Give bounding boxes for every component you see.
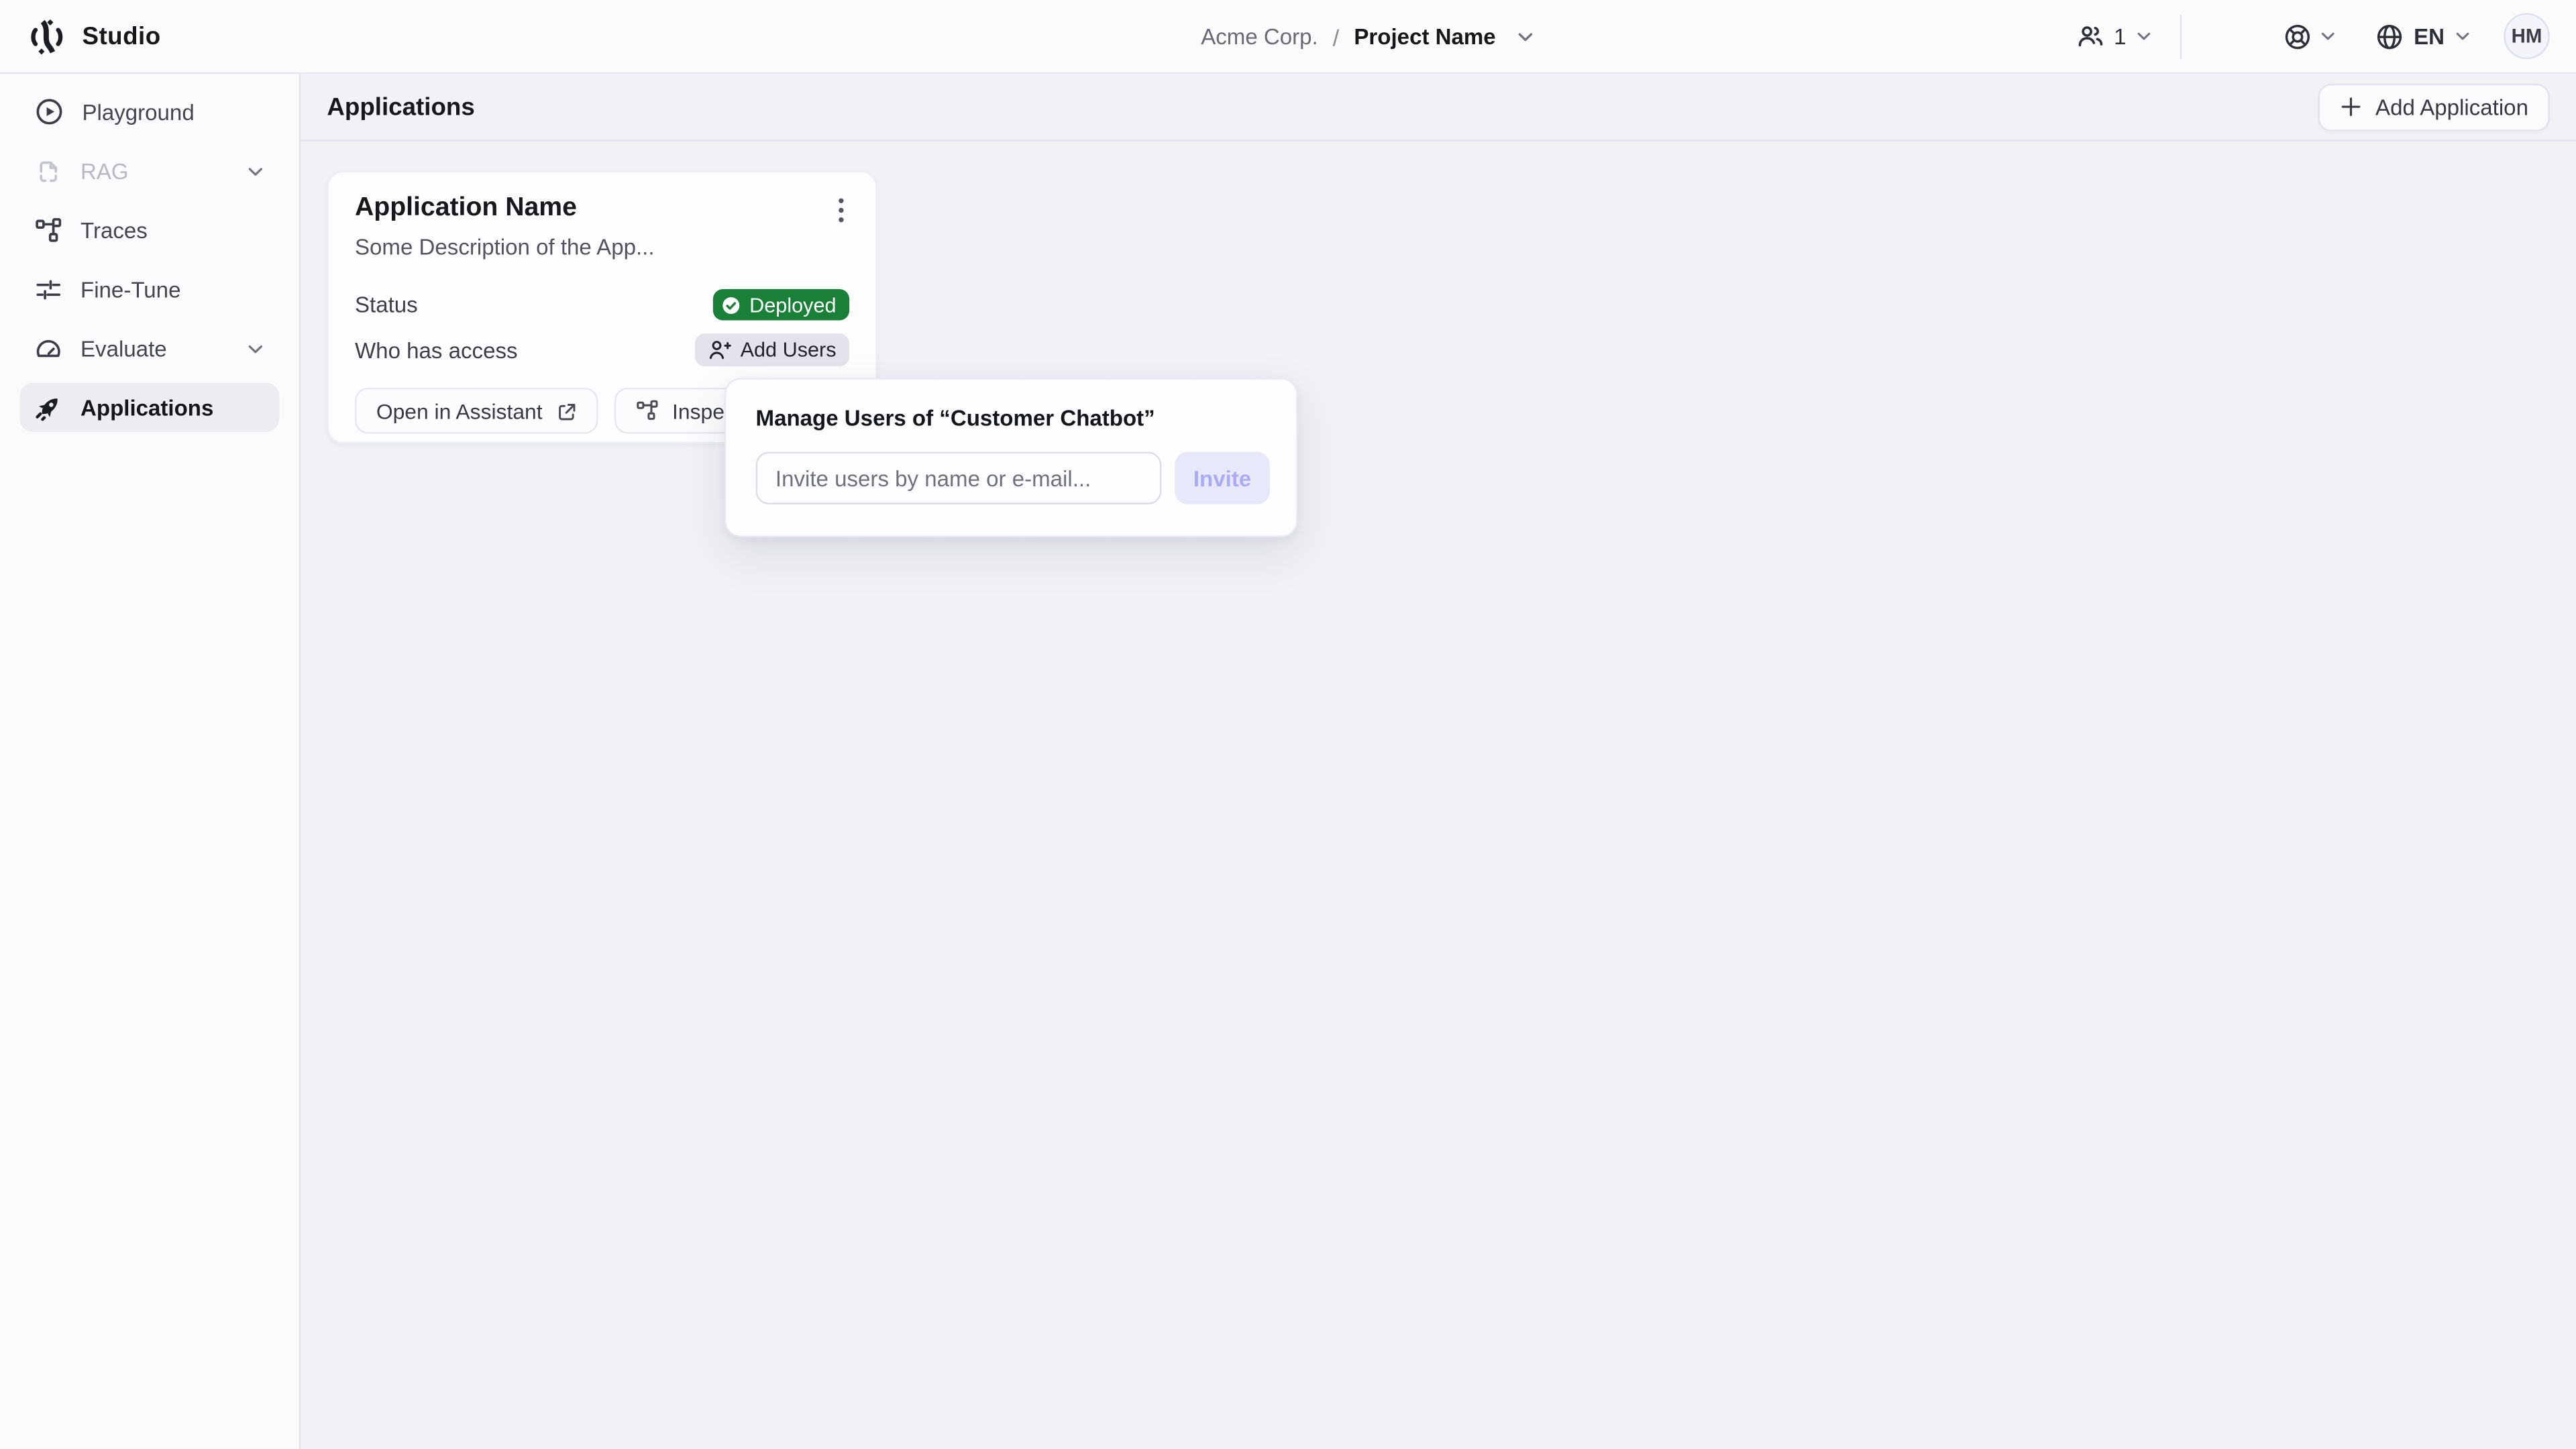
studio-app: Studio Acme Corp. / Project Name (0, 0, 2576, 1449)
sidebar-item-applications[interactable]: Applications (19, 383, 279, 432)
sidebar-item-traces[interactable]: Traces (19, 205, 279, 254)
sidebar-item-evaluate[interactable]: Evaluate (19, 323, 279, 372)
language-dropdown[interactable]: EN (2376, 22, 2471, 50)
breadcrumb-project[interactable]: Project Name (1354, 25, 1495, 50)
rocket-icon (34, 394, 62, 422)
manage-users-popover: Manage Users of “Customer Chatbot” Invit… (724, 378, 1298, 537)
brand[interactable]: Studio (26, 15, 160, 56)
sliders-icon (34, 275, 62, 303)
play-circle-icon (34, 97, 64, 126)
add-users-button[interactable]: Add Users (694, 333, 849, 366)
users-icon (2076, 22, 2104, 50)
main-content: Applications Add Application Application… (301, 74, 2576, 1449)
status-badge: Deployed (713, 289, 849, 321)
add-application-button[interactable]: Add Application (2318, 83, 2549, 131)
sidebar-item-label: Fine-Tune (80, 277, 180, 302)
evaluate-chevron-down-icon (246, 339, 264, 358)
sidebar-item-label: Traces (80, 217, 148, 242)
sidebar-item-playground[interactable]: Playground (19, 87, 279, 136)
status-label: Status (355, 292, 418, 317)
plus-icon (2339, 95, 2362, 118)
sidebar: Playground RAG (0, 74, 301, 1449)
status-badge-label: Deployed (749, 293, 836, 316)
kebab-menu-icon[interactable] (833, 194, 849, 227)
avatar[interactable]: HM (2504, 13, 2550, 60)
access-label: Who has access (355, 337, 518, 362)
language-chevron-down-icon (2455, 28, 2471, 44)
members-chevron-down-icon (2136, 28, 2152, 44)
breadcrumb-org[interactable]: Acme Corp. (1201, 25, 1318, 50)
application-description: Some Description of the App... (355, 235, 849, 260)
rag-chevron-down-icon (246, 162, 264, 180)
popover-title: Manage Users of “Customer Chatbot” (756, 406, 1271, 431)
page-title: Applications (327, 93, 474, 121)
header-right: 1 (2076, 13, 2550, 60)
invite-users-input[interactable] (756, 451, 1162, 504)
sidebar-item-rag[interactable]: RAG (19, 146, 279, 195)
project-chevron-down-icon[interactable] (1517, 28, 1536, 46)
avatar-initials: HM (2512, 25, 2542, 48)
sidebar-item-label: Evaluate (80, 336, 167, 361)
open-in-assistant-label: Open in Assistant (376, 398, 543, 423)
add-application-label: Add Application (2375, 95, 2528, 119)
traces-icon (636, 399, 659, 422)
invite-button[interactable]: Invite (1175, 451, 1270, 504)
document-split-icon (34, 157, 62, 185)
header-divider (2180, 14, 2182, 58)
support-chevron-down-icon (2320, 28, 2337, 44)
members-dropdown[interactable]: 1 (2076, 22, 2153, 50)
app-title: Studio (82, 22, 160, 50)
traces-icon (34, 216, 62, 244)
gauge-icon (34, 334, 62, 362)
user-plus-icon (708, 338, 731, 361)
top-header: Studio Acme Corp. / Project Name (0, 0, 2576, 74)
open-in-assistant-button[interactable]: Open in Assistant (355, 388, 598, 434)
globe-icon (2376, 22, 2404, 50)
check-circle-icon (722, 295, 741, 315)
studio-logo-icon (26, 15, 67, 56)
sidebar-item-label: Playground (82, 99, 194, 124)
language-label: EN (2414, 24, 2445, 49)
sidebar-item-label: Applications (80, 395, 213, 420)
add-users-label: Add Users (741, 338, 837, 361)
sidebar-item-fine-tune[interactable]: Fine-Tune (19, 264, 279, 313)
sidebar-item-label: RAG (80, 158, 129, 183)
breadcrumb: Acme Corp. / Project Name (1201, 0, 1535, 74)
external-link-icon (555, 400, 577, 421)
breadcrumb-separator: / (1333, 24, 1340, 50)
support-dropdown[interactable] (2284, 22, 2337, 50)
page-header: Applications Add Application (301, 74, 2576, 141)
lifebuoy-icon (2284, 22, 2312, 50)
application-name: Application Name (355, 194, 577, 223)
members-count: 1 (2114, 24, 2126, 49)
